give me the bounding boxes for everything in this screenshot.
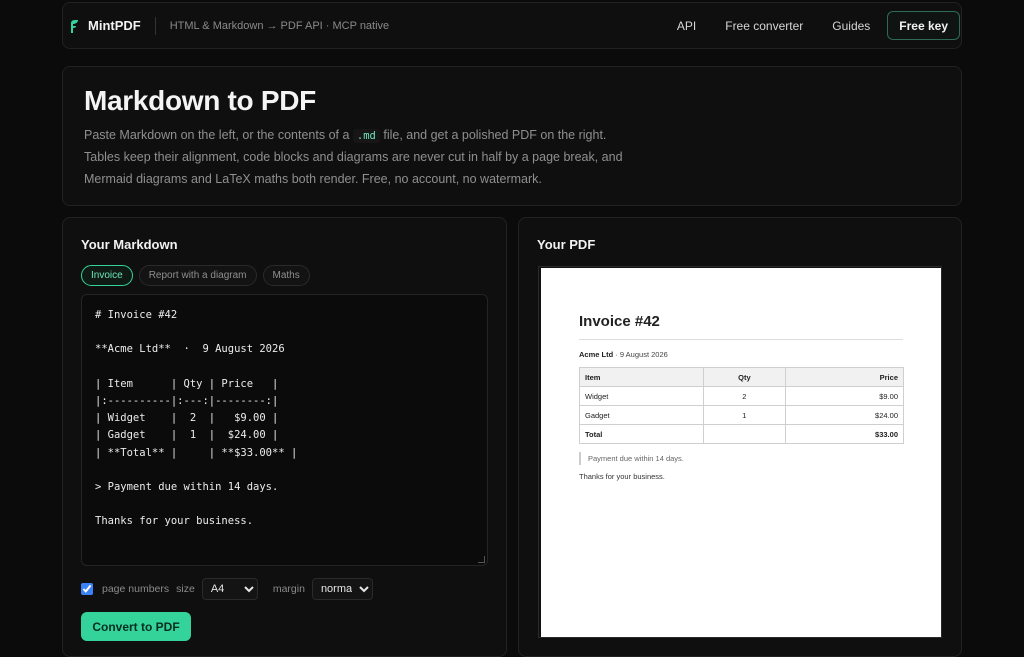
markdown-source[interactable]: # Invoice #42 **Acme Ltd** · 9 August 20…: [95, 307, 474, 531]
table-row: Gadget 1 $24.00: [579, 405, 905, 425]
cell-price: $9.00: [784, 386, 905, 406]
hero-section: Markdown to PDF Paste Markdown on the le…: [62, 66, 962, 206]
company-name: Acme Ltd: [579, 350, 614, 359]
hero-description: Paste Markdown on the left, or the conte…: [84, 125, 644, 190]
invoice-table: Item Qty Price Widget 2 $9.00 Gadget 1 $…: [579, 367, 905, 444]
margin-select[interactable]: normal: [311, 578, 373, 600]
payment-note: Payment due within 14 days.: [579, 452, 903, 465]
pdf-options: page numbers size A4 margin normal: [81, 578, 388, 600]
total-value: $33.00: [875, 429, 898, 439]
total-label: Total: [585, 429, 603, 439]
nav-link-guides[interactable]: Guides: [832, 19, 870, 33]
resize-handle-icon[interactable]: [478, 556, 485, 563]
invoice-date: · 9 August 2026: [613, 350, 668, 359]
page-numbers-label: page numbers: [102, 583, 170, 595]
column-header-qty: Qty: [702, 367, 786, 387]
pdf-preview[interactable]: Invoice #42 Acme Ltd · 9 August 2026 Ite…: [538, 266, 942, 638]
invoice-meta: Acme Ltd · 9 August 2026: [579, 350, 903, 359]
tagline: HTML & Markdown → PDF API · MCP native: [169, 19, 390, 32]
page-title: Markdown to PDF: [84, 85, 316, 116]
invoice-title: Invoice #42: [579, 313, 903, 340]
cell-total-qty: [702, 424, 786, 444]
brand-name: MintPDF: [88, 18, 141, 33]
markdown-panel-title: Your Markdown: [81, 237, 178, 252]
size-select[interactable]: A4: [201, 578, 258, 600]
logo[interactable]: MintPDF: [69, 18, 141, 33]
nav-link-free-converter[interactable]: Free converter: [725, 19, 803, 33]
table-row: Widget 2 $9.00: [579, 386, 905, 406]
page-numbers-checkbox[interactable]: [81, 583, 93, 595]
column-header-item: Item: [579, 367, 704, 387]
markdown-panel: Your Markdown Invoice Report with a diag…: [62, 217, 507, 657]
tab-invoice[interactable]: Invoice: [81, 265, 133, 286]
pdf-page: Invoice #42 Acme Ltd · 9 August 2026 Ite…: [541, 268, 941, 637]
cell-item: Gadget: [579, 405, 704, 425]
table-header-row: Item Qty Price: [579, 367, 905, 387]
pdf-panel-title: Your PDF: [537, 237, 596, 252]
table-total-row: Total $33.00: [579, 424, 905, 444]
top-nav-bar: MintPDF HTML & Markdown → PDF API · MCP …: [62, 2, 962, 49]
markdown-editor[interactable]: # Invoice #42 **Acme Ltd** · 9 August 20…: [81, 294, 488, 566]
cell-qty: 2: [702, 386, 786, 406]
nav-link-api[interactable]: API: [677, 19, 696, 33]
column-header-price: Price: [784, 367, 905, 387]
pdf-panel: Your PDF Invoice #42 Acme Ltd · 9 August…: [518, 217, 962, 657]
mint-leaf-icon: [71, 19, 78, 33]
convert-to-pdf-button[interactable]: Convert to PDF: [81, 612, 191, 641]
tab-maths[interactable]: Maths: [262, 265, 310, 286]
tab-report-with-diagram[interactable]: Report with a diagram: [138, 265, 257, 286]
cell-total-value: $33.00: [784, 424, 905, 444]
cell-item: Widget: [579, 386, 704, 406]
size-label: size: [176, 583, 195, 595]
md-extension-code: .md: [352, 129, 380, 143]
free-key-button[interactable]: Free key: [887, 11, 960, 40]
main-nav: API Free converter Guides: [677, 19, 870, 33]
hero-desc-pre: Paste Markdown on the left, or the conte…: [84, 128, 353, 142]
cell-total-label: Total: [579, 424, 704, 444]
header-divider: [154, 16, 156, 35]
thanks-text: Thanks for your business.: [579, 472, 665, 481]
cell-price: $24.00: [784, 405, 905, 425]
cell-qty: 1: [702, 405, 786, 425]
margin-label: margin: [272, 583, 305, 595]
example-tabs: Invoice Report with a diagram Maths: [81, 265, 316, 286]
